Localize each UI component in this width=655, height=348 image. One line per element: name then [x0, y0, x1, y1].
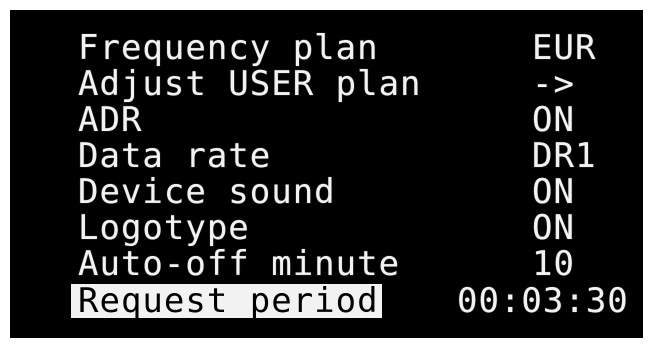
menu-item-adr[interactable]: ADR ON: [74, 102, 634, 138]
menu-item-label-selected: Request period: [71, 284, 382, 318]
menu-item-value: DR1: [532, 136, 597, 176]
menu-item-label: Frequency plan: [78, 28, 379, 68]
menu-item-label: Device sound: [78, 172, 336, 212]
menu-item-request-period[interactable]: Request period 00:03:30: [71, 281, 634, 321]
menu-item-data-rate[interactable]: Data rate DR1: [74, 138, 634, 174]
menu-item-label: ADR: [78, 100, 143, 140]
menu-item-value: ON: [532, 172, 575, 212]
menu-item-label: Auto-off minute: [78, 244, 401, 284]
menu-item-label: Data rate: [78, 136, 272, 176]
menu-item-frequency-plan[interactable]: Frequency plan EUR: [74, 30, 634, 66]
lcd-screen: Frequency plan EUR Adjust USER plan -> A…: [10, 10, 643, 338]
menu-item-value: 00:03:30: [457, 281, 629, 321]
menu-item-device-sound[interactable]: Device sound ON: [74, 174, 634, 210]
menu-item-auto-off-minute[interactable]: Auto-off minute 10: [74, 246, 634, 282]
settings-menu: Frequency plan EUR Adjust USER plan -> A…: [71, 30, 634, 321]
menu-item-label: Logotype: [78, 208, 250, 248]
menu-item-value: EUR: [532, 28, 597, 68]
menu-item-logotype[interactable]: Logotype ON: [74, 210, 634, 246]
menu-item-value: 10: [532, 244, 575, 284]
device-screen-frame: Frequency plan EUR Adjust USER plan -> A…: [0, 0, 655, 348]
menu-item-adjust-user-plan[interactable]: Adjust USER plan ->: [74, 66, 634, 102]
menu-item-value: ON: [532, 100, 575, 140]
menu-item-label: Adjust USER plan: [78, 64, 422, 104]
menu-item-value: ->: [532, 64, 575, 104]
menu-item-value: ON: [532, 208, 575, 248]
